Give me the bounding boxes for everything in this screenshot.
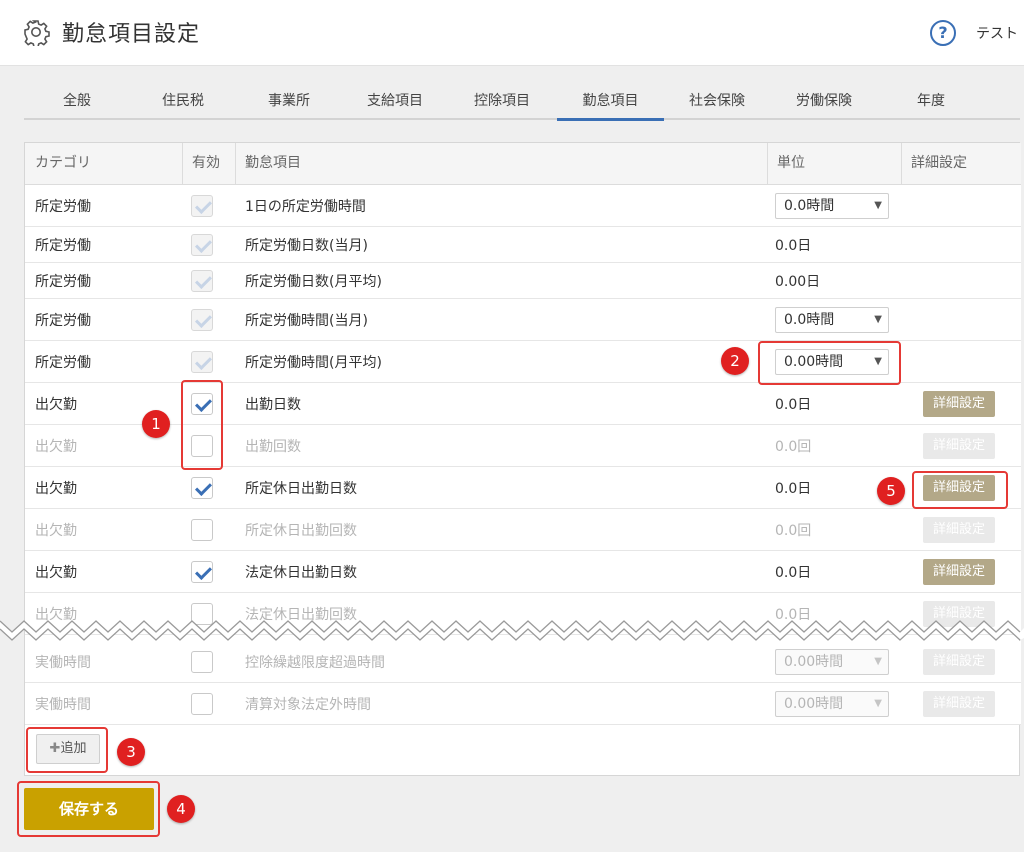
row-item: 控除繰越限度超過時間	[245, 654, 385, 671]
help-icon[interactable]: ?	[930, 20, 956, 46]
tab-general[interactable]: 全般	[24, 84, 130, 120]
row-item: 所定労働日数(月平均)	[245, 273, 382, 290]
detail-settings-button: 詳細設定	[923, 690, 995, 717]
row-category: 所定労働	[35, 273, 91, 290]
row-item: 所定休日出勤回数	[245, 522, 357, 539]
annotation-badge-3: 3	[117, 738, 145, 766]
tab-deduction-items[interactable]: 控除項目	[448, 84, 556, 120]
unit-select: 0.00時間 ▼	[775, 648, 889, 675]
row-category: 出欠勤	[35, 564, 77, 581]
row-category: 実働時間	[35, 696, 91, 713]
tab-social-insurance[interactable]: 社会保険	[664, 84, 770, 120]
enabled-checkbox[interactable]	[191, 692, 213, 715]
annotation-badge-5: 5	[877, 477, 905, 505]
table-row: 所定労働 所定労働時間(当月) 0.0時間 ▼	[25, 299, 1021, 341]
row-category: 出欠勤	[35, 438, 77, 455]
unit-select[interactable]: 0.0時間 ▼	[775, 192, 889, 219]
table-row: 出欠勤 所定休日出勤日数 0.0日 詳細設定	[25, 467, 1021, 509]
table-row: 実働時間 清算対象法定外時間 0.00時間 ▼ 詳細設定	[25, 683, 1021, 725]
highlight-save-button	[17, 781, 160, 837]
attendance-items-table: カテゴリ 有効 勤怠項目 単位 詳細設定 所定労働 1日の所定労働時間 0.0時…	[24, 142, 1021, 776]
gear-icon	[24, 20, 50, 46]
caret-down-icon: ▼	[874, 199, 882, 211]
row-category: 出欠勤	[35, 396, 77, 413]
tab-attendance-items[interactable]: 勤怠項目	[557, 84, 664, 121]
row-category: 所定労働	[35, 354, 91, 371]
annotation-badge-4: 4	[167, 795, 195, 823]
row-unit: 0.0日	[775, 237, 812, 254]
row-item: 1日の所定労働時間	[245, 198, 366, 215]
table-row: 出欠勤 出勤回数 0.0回 詳細設定	[25, 425, 1021, 467]
detail-settings-button: 詳細設定	[923, 432, 995, 459]
enabled-checkbox	[191, 350, 213, 373]
row-unit: 0.0日	[775, 396, 812, 413]
highlight-add-button	[26, 727, 108, 773]
unit-select[interactable]: 0.0時間 ▼	[775, 306, 889, 333]
row-category: 出欠勤	[35, 480, 77, 497]
row-unit: 0.00日	[775, 273, 821, 290]
detail-settings-button: 詳細設定	[923, 648, 995, 675]
tab-payment-items[interactable]: 支給項目	[342, 84, 448, 120]
detail-settings-button[interactable]: 詳細設定	[923, 558, 995, 585]
row-item: 所定労働時間(月平均)	[245, 354, 382, 371]
row-item: 所定労働時間(当月)	[245, 312, 368, 329]
table-row: 出欠勤 法定休日出勤日数 0.0日 詳細設定	[25, 551, 1021, 593]
enabled-checkbox[interactable]	[191, 476, 213, 499]
row-item: 法定休日出勤日数	[245, 564, 357, 581]
unit-select: 0.00時間 ▼	[775, 690, 889, 717]
row-item: 出勤日数	[245, 396, 301, 413]
caret-down-icon: ▼	[874, 655, 882, 667]
row-unit: 0.0回	[775, 522, 812, 539]
highlight-enabled-checkboxes	[181, 380, 223, 470]
annotation-badge-2: 2	[721, 347, 749, 375]
enabled-checkbox[interactable]	[191, 560, 213, 583]
page-title: 勤怠項目設定	[62, 22, 201, 47]
table-header: カテゴリ 有効 勤怠項目 単位 詳細設定	[25, 143, 1021, 185]
enabled-checkbox	[191, 269, 213, 292]
screenshot-break	[0, 620, 1024, 641]
enabled-checkbox	[191, 233, 213, 256]
table-row: 実働時間 控除繰越限度超過時間 0.00時間 ▼ 詳細設定	[25, 641, 1021, 683]
header-unit: 単位	[777, 155, 805, 171]
row-item: 所定労働日数(当月)	[245, 237, 368, 254]
table-row: 所定労働 所定労働日数(月平均) 0.00日	[25, 263, 1021, 299]
row-category: 所定労働	[35, 237, 91, 254]
annotation-badge-1: 1	[142, 410, 170, 438]
detail-settings-button: 詳細設定	[923, 516, 995, 543]
table-row: 出欠勤 所定休日出勤回数 0.0回 詳細設定	[25, 509, 1021, 551]
table-row: 所定労働 1日の所定労働時間 0.0時間 ▼	[25, 185, 1021, 227]
row-item: 所定休日出勤日数	[245, 480, 357, 497]
detail-settings-button[interactable]: 詳細設定	[923, 390, 995, 417]
page-header: 勤怠項目設定 ? テスト	[0, 0, 1024, 66]
user-name[interactable]: テスト	[976, 23, 1018, 43]
table-row: 所定労働 所定労働日数(当月) 0.0日	[25, 227, 1021, 263]
caret-down-icon: ▼	[874, 697, 882, 709]
row-item: 出勤回数	[245, 438, 301, 455]
row-category: 所定労働	[35, 198, 91, 215]
row-category: 出欠勤	[35, 522, 77, 539]
tab-resident-tax[interactable]: 住民税	[130, 84, 236, 120]
tab-labor-insurance[interactable]: 労働保険	[770, 84, 878, 120]
caret-down-icon: ▼	[874, 313, 882, 325]
row-unit: 0.0回	[775, 438, 812, 455]
row-category: 実働時間	[35, 654, 91, 671]
enabled-checkbox[interactable]	[191, 518, 213, 541]
table-row: 出欠勤 出勤日数 0.0日 詳細設定	[25, 383, 1021, 425]
header-category: カテゴリ	[35, 155, 91, 171]
highlight-unit-select	[758, 341, 901, 385]
tab-office[interactable]: 事業所	[236, 84, 342, 120]
row-category: 所定労働	[35, 312, 91, 329]
enabled-checkbox	[191, 308, 213, 331]
header-enabled: 有効	[192, 155, 220, 171]
settings-tabs: 全般 住民税 事業所 支給項目 控除項目 勤怠項目 社会保険 労働保険 年度	[24, 84, 1020, 121]
enabled-checkbox	[191, 194, 213, 217]
highlight-detail-button	[912, 471, 1008, 509]
tab-fiscal-year[interactable]: 年度	[878, 84, 984, 120]
enabled-checkbox[interactable]	[191, 650, 213, 673]
row-unit: 0.0日	[775, 480, 812, 497]
row-item: 清算対象法定外時間	[245, 696, 371, 713]
header-detail: 詳細設定	[911, 155, 967, 171]
row-unit: 0.0日	[775, 564, 812, 581]
header-item: 勤怠項目	[245, 155, 301, 171]
